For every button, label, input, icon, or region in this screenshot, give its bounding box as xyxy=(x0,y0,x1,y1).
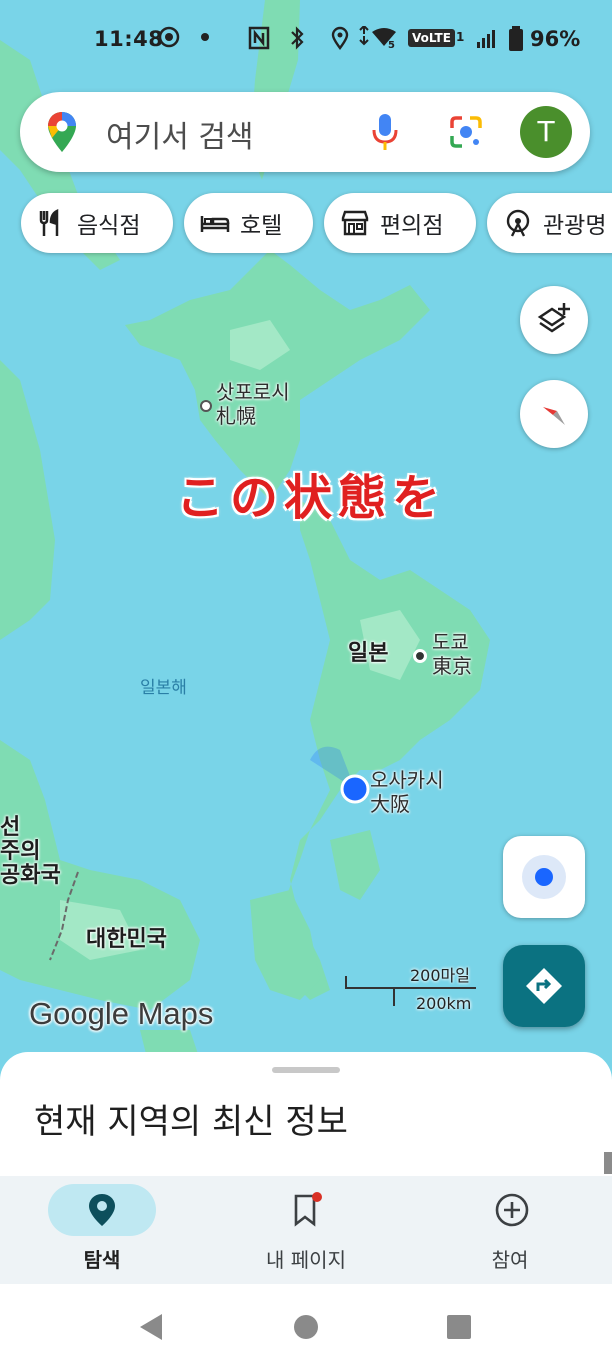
label-nk-line1: 선 xyxy=(0,815,21,840)
scrollbar[interactable] xyxy=(604,1152,612,1174)
wifi-badge: 5 xyxy=(388,40,395,50)
label-tokyo[interactable]: 도쿄 東京 xyxy=(432,630,472,678)
google-lens-icon[interactable] xyxy=(448,114,484,150)
directions-icon xyxy=(526,968,562,1004)
nav-explore-label: 탐색 xyxy=(83,1248,121,1272)
explore-pin-icon xyxy=(89,1194,115,1226)
bluetooth-icon xyxy=(291,26,304,50)
my-location-button[interactable] xyxy=(503,836,585,918)
recents-icon[interactable] xyxy=(446,1314,472,1340)
scale-bar: 200마일 200km xyxy=(344,962,484,1013)
layers-button[interactable] xyxy=(520,286,588,354)
chip-hotels-label: 호텔 xyxy=(240,213,283,239)
label-osaka-ja: 大阪 xyxy=(370,792,410,816)
chip-convenience-stores[interactable]: 편의점 xyxy=(324,193,476,253)
mic-icon[interactable] xyxy=(372,112,398,152)
status-time: 11:48 xyxy=(94,27,164,51)
tokyo-dot xyxy=(413,649,427,663)
chip-hotels[interactable]: 호텔 xyxy=(184,193,313,253)
chip-attractions[interactable]: 관광명 xyxy=(487,193,612,253)
label-sapporo[interactable]: 삿포로시 札幌 xyxy=(216,380,290,428)
label-osaka[interactable]: 오사카시 大阪 xyxy=(370,768,444,816)
search-input[interactable]: 여기서 검색 xyxy=(106,112,254,156)
chip-restaurants[interactable]: 음식점 xyxy=(21,193,173,253)
annotation-text: この状態を xyxy=(176,470,447,526)
label-sea-of-japan: 일본해 xyxy=(140,678,187,698)
home-icon[interactable] xyxy=(292,1313,320,1341)
system-nav-bar xyxy=(0,1284,612,1366)
wifi-icon: 5 xyxy=(359,26,396,50)
scale-km: 200km xyxy=(416,994,472,1013)
label-nk-line3: 공화국 xyxy=(0,863,61,888)
label-japan[interactable]: 일본 xyxy=(348,642,388,666)
signal-icon xyxy=(477,30,495,48)
chip-restaurants-label: 음식점 xyxy=(77,213,141,239)
hotel-icon xyxy=(200,216,230,232)
label-nk-line2: 주의 xyxy=(0,839,41,864)
volte-badge: VoLTE xyxy=(408,29,455,47)
label-sapporo-ja: 札幌 xyxy=(216,404,256,428)
bookmark-icon xyxy=(294,1192,322,1227)
directions-button[interactable] xyxy=(503,945,585,1027)
nfc-icon xyxy=(248,26,270,50)
back-icon[interactable] xyxy=(138,1312,166,1342)
avatar[interactable]: T xyxy=(520,106,572,158)
notification-dot-icon xyxy=(201,33,209,41)
compass-icon xyxy=(543,407,565,425)
sheet-title: 현재 지역의 최신 정보 xyxy=(34,1102,348,1142)
compass-button[interactable] xyxy=(520,380,588,448)
restaurant-icon xyxy=(39,208,59,236)
attraction-icon xyxy=(506,209,530,237)
battery-icon xyxy=(509,26,523,51)
label-tokyo-ja: 東京 xyxy=(432,654,472,678)
label-sapporo-ko: 삿포로시 xyxy=(216,380,290,404)
battery-percent: 96% xyxy=(530,27,581,51)
nav-explore[interactable]: 탐색 xyxy=(0,1176,204,1284)
label-north-korea[interactable]: 선 주의 공화국 xyxy=(0,816,61,888)
nav-my-page-label: 내 페이지 xyxy=(266,1248,346,1272)
add-circle-icon xyxy=(495,1193,529,1227)
bottom-sheet[interactable]: 현재 지역의 최신 정보 xyxy=(0,1052,612,1192)
google-maps-logo: Google Maps xyxy=(29,996,214,1031)
nav-my-page[interactable]: 내 페이지 xyxy=(204,1176,408,1284)
google-maps-pin-icon xyxy=(48,112,76,152)
my-location-icon xyxy=(522,855,566,899)
chip-convenience-stores-label: 편의점 xyxy=(380,213,444,239)
status-bar: 11:48 5 VoLTE 1 96% xyxy=(0,18,612,62)
sapporo-dot xyxy=(200,400,212,412)
nav-contribute-label: 참여 xyxy=(491,1248,529,1272)
location-icon xyxy=(331,26,349,50)
layers-icon xyxy=(537,303,570,333)
label-tokyo-ko: 도쿄 xyxy=(432,630,469,654)
store-icon xyxy=(341,210,369,236)
sheet-handle[interactable] xyxy=(272,1067,340,1073)
nav-contribute[interactable]: 참여 xyxy=(408,1176,612,1284)
label-south-korea[interactable]: 대한민국 xyxy=(86,928,167,952)
label-osaka-ko: 오사카시 xyxy=(370,768,444,792)
bottom-nav: 탐색 내 페이지 참여 xyxy=(0,1176,612,1284)
search-bar[interactable]: 여기서 검색 T xyxy=(20,92,590,172)
chip-attractions-label: 관광명 xyxy=(543,213,607,239)
chrome-icon xyxy=(158,26,180,48)
sim-slot: 1 xyxy=(456,30,465,44)
